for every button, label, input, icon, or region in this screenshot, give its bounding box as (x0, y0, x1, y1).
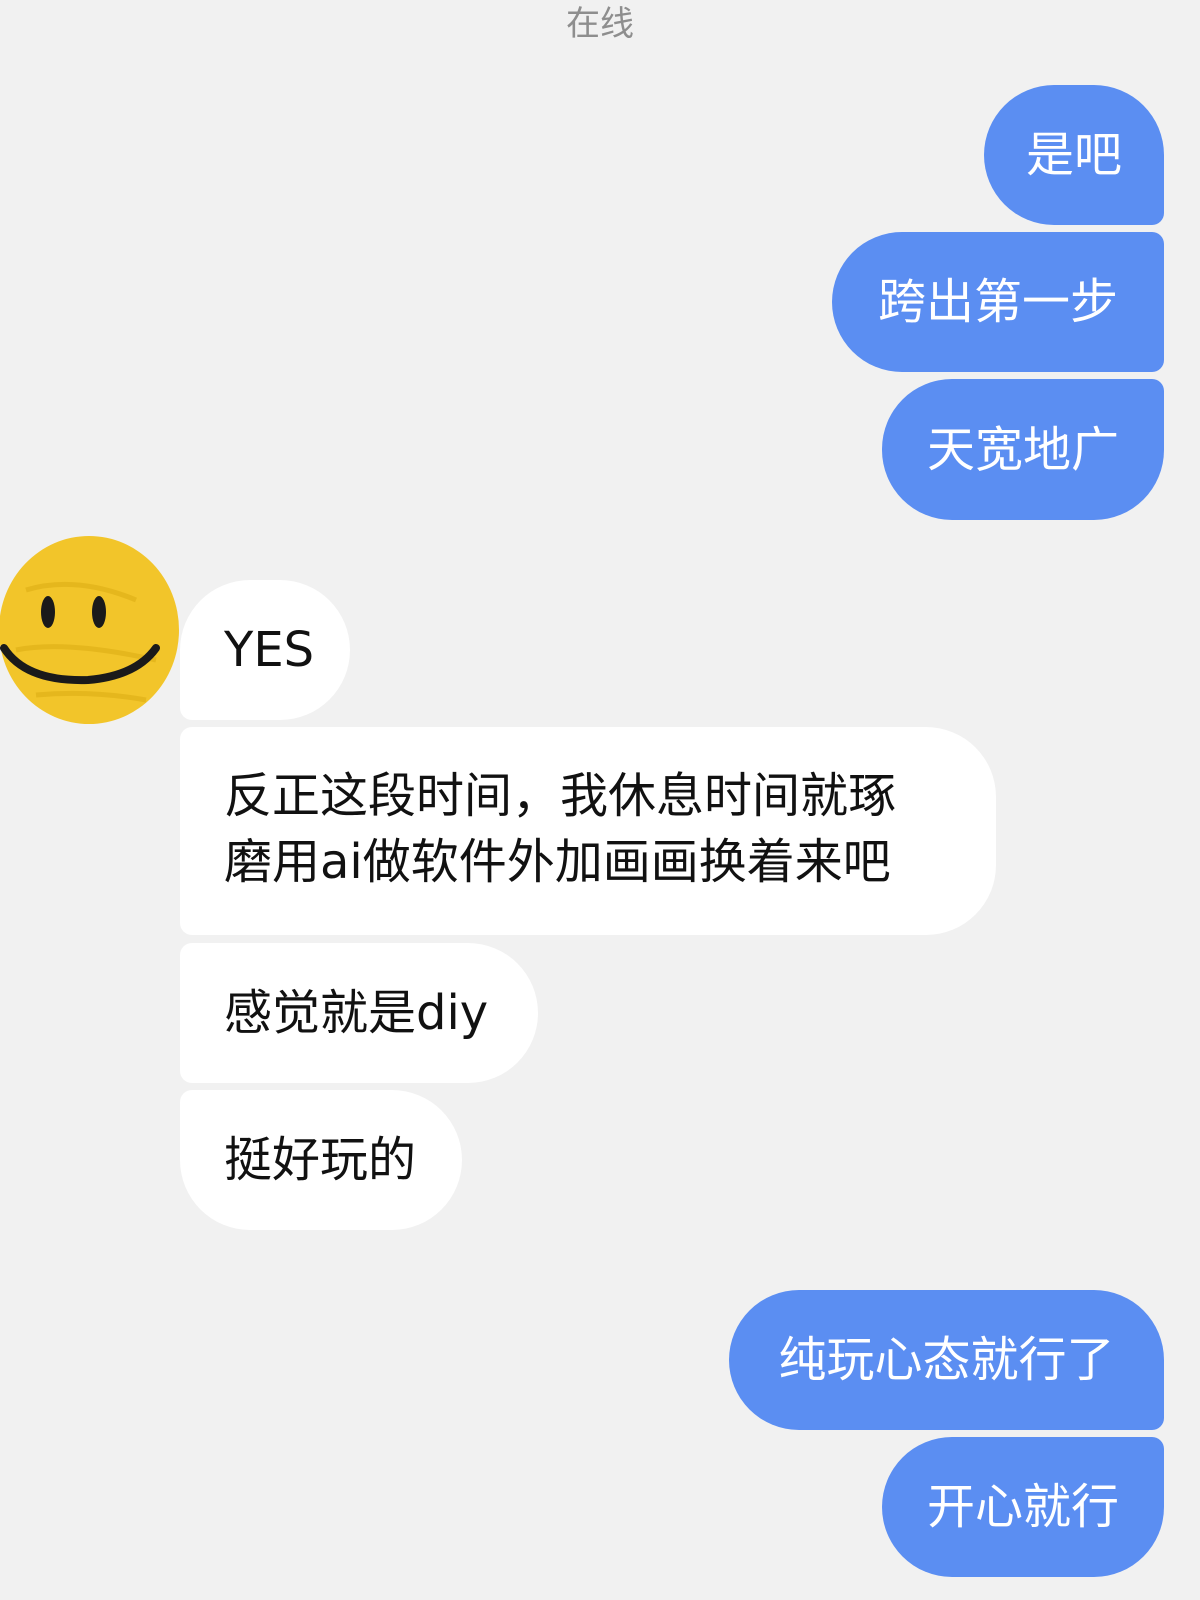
message-text-line: 反正这段时间，我休息时间就琢 (224, 768, 897, 824)
message-text: 挺好玩的 (224, 1132, 417, 1188)
message-bubble-incoming[interactable]: YES (180, 580, 350, 720)
message-bubble-outgoing[interactable]: 是吧 (984, 85, 1164, 225)
eye-right (92, 596, 106, 628)
message-text-line: 磨用ai做软件外加画画换着来吧 (224, 834, 891, 890)
message-text: YES (224, 622, 315, 678)
contact-status: 在线 (566, 4, 634, 44)
message-text: 开心就行 (926, 1479, 1119, 1535)
message-text: 是吧 (1025, 127, 1122, 183)
eye-left (41, 596, 55, 628)
message-bubble-outgoing[interactable]: 天宽地广 (882, 379, 1164, 520)
message-text: 纯玩心态就行了 (778, 1332, 1115, 1388)
message-bubble-incoming[interactable]: 反正这段时间，我休息时间就琢 磨用ai做软件外加画画换着来吧 (180, 727, 996, 935)
message-text: 感觉就是diy (224, 985, 489, 1041)
avatar[interactable] (0, 530, 182, 730)
message-text: 天宽地广 (926, 421, 1119, 478)
message-bubble-outgoing[interactable]: 开心就行 (882, 1437, 1164, 1577)
message-text: 跨出第一步 (877, 274, 1118, 330)
message-bubble-outgoing[interactable]: 跨出第一步 (832, 232, 1164, 372)
message-bubble-outgoing[interactable]: 纯玩心态就行了 (729, 1290, 1164, 1430)
message-bubble-incoming[interactable]: 挺好玩的 (180, 1090, 462, 1230)
message-bubble-incoming[interactable]: 感觉就是diy (180, 943, 538, 1083)
